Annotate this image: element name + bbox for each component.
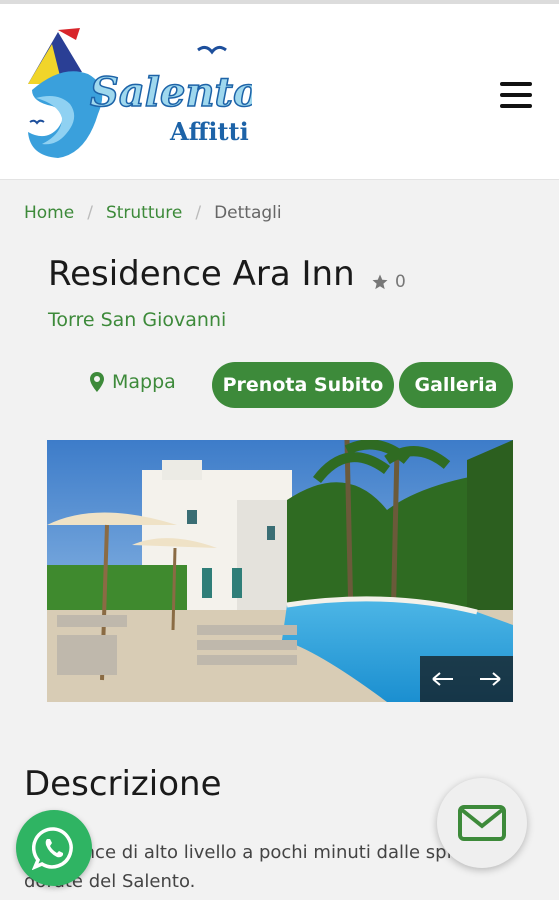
breadcrumb-separator: / [87,203,93,223]
email-contact-button[interactable] [437,778,527,868]
property-title: Residence Ara Inn [48,254,355,294]
whatsapp-icon [32,827,73,870]
arrow-left-icon[interactable] [420,656,467,702]
book-now-button[interactable]: Prenota Subito [212,362,394,408]
description-line: dorate del Salento. [24,871,196,892]
star-icon [372,274,388,290]
gallery-button[interactable]: Galleria [399,362,513,408]
breadcrumb-strutture[interactable]: Strutture [106,203,182,223]
rating-count: 0 [395,272,406,292]
property-location[interactable]: Torre San Giovanni [48,309,226,331]
breadcrumb-separator: / [195,203,202,223]
arrow-right-icon[interactable] [467,656,514,702]
logo-subtext: Affitti [169,117,249,146]
property-photo[interactable] [47,440,513,702]
site-logo[interactable]: Salento Affitti [22,24,260,164]
map-marker-icon [90,372,104,392]
map-label: Mappa [112,371,176,393]
map-link[interactable]: Mappa [90,371,176,393]
hamburger-menu-icon[interactable] [500,82,536,114]
mail-icon [458,805,506,841]
logo-text: Salento [90,69,252,116]
breadcrumb-home[interactable]: Home [24,203,74,223]
description-title: Descrizione [24,764,222,804]
site-header: Salento Affitti [0,4,559,180]
breadcrumb: Home / Strutture / Dettagli [24,203,282,223]
carousel-controls [420,656,513,702]
breadcrumb-current: Dettagli [214,203,282,223]
rating: 0 [371,272,406,292]
whatsapp-button[interactable] [16,810,92,886]
